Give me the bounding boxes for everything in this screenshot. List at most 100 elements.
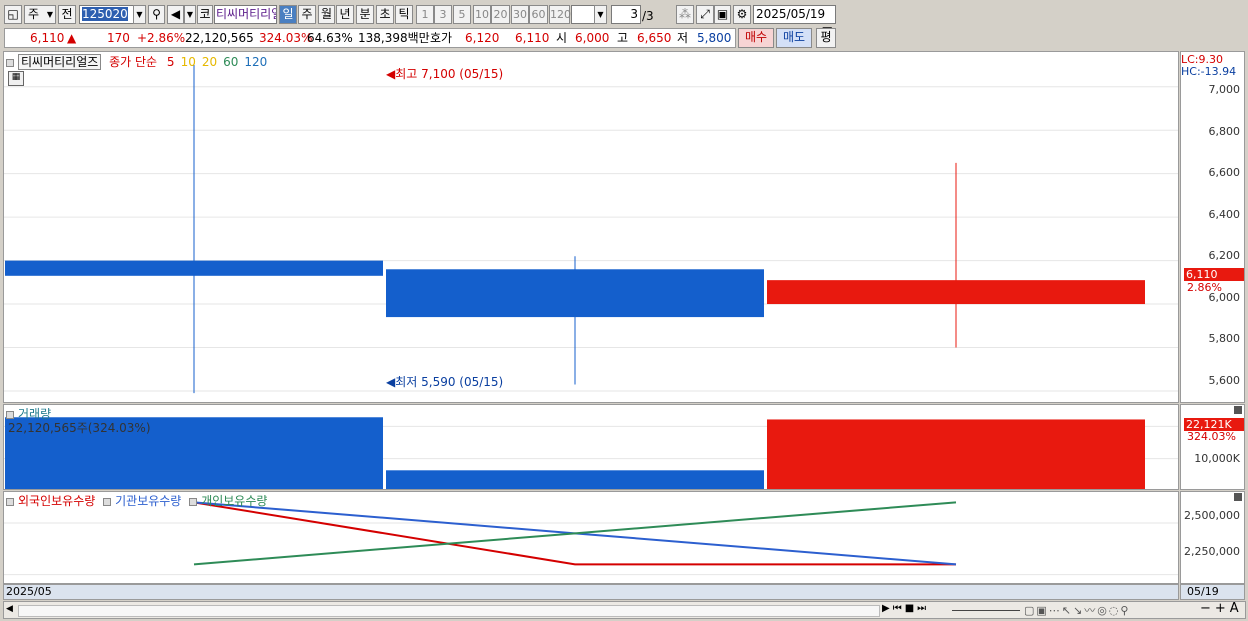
hoga-label: 호가 <box>430 31 453 45</box>
chevron-down-icon: ▼ <box>46 10 53 19</box>
speaker-dropdown-icon[interactable]: ▼ <box>184 5 196 24</box>
volume-chart <box>4 417 1178 489</box>
legend-stock-name: 티씨머티리얼즈 <box>18 54 102 70</box>
period-tab-0[interactable]: 일 <box>279 5 297 24</box>
panel-close-icon[interactable] <box>1234 493 1242 501</box>
minute-button-1[interactable]: 3 <box>434 5 452 24</box>
period-tab-6[interactable]: 틱 <box>395 5 413 24</box>
average-button[interactable]: 평 <box>816 28 836 48</box>
code-value: 125020 <box>82 7 128 21</box>
price-change: 170 <box>107 31 130 45</box>
low-note-text: 최저 5,590 (05/15) <box>395 375 504 389</box>
candle-body <box>386 269 764 318</box>
drawing-tools-icons[interactable]: ▢▣⋯↖↘〰◎◌⚲ <box>1024 602 1130 618</box>
date-input[interactable]: 2025/05/19▦ <box>753 5 836 38</box>
prev-button[interactable]: 전 <box>58 5 76 24</box>
search-icon[interactable]: ⚲ <box>148 5 165 24</box>
date-axis-start: 2025/05 <box>6 585 52 598</box>
volume-bar <box>386 470 764 489</box>
volume-bar <box>767 419 1145 489</box>
volume-value: 22,120,565주(324.03%) <box>8 421 151 435</box>
period-tab-1[interactable]: 주 <box>298 5 316 24</box>
volume-panel[interactable]: 거래량 22,120,565주(324.03%) <box>3 404 1179 490</box>
date-axis-right: 05/19 <box>1180 584 1245 600</box>
legend-indiv: 개인보유수량 <box>201 494 268 508</box>
code-input[interactable]: 125020 <box>79 5 137 24</box>
legend-toggle-icon[interactable] <box>6 497 14 506</box>
trade-amount: 138,398백만 <box>358 31 430 45</box>
main-toolbar: ◱ 주▼ 전 125020 ▼ ⚲ ◀ ▼ 코 티씨머티리얼즈 일주월년분초틱 … <box>0 2 1248 38</box>
open-price: 6,000 <box>575 31 610 45</box>
hc-value: HC:-13.94 <box>1181 65 1237 78</box>
arrow-left-icon: ◀ <box>386 67 396 81</box>
playback-icons[interactable]: ▶⏮■⏭ <box>882 603 929 614</box>
up-arrow-icon: ▲ <box>67 31 77 45</box>
price-tick: 6,600 <box>1208 166 1241 179</box>
buy-button[interactable]: 매수 <box>738 28 774 48</box>
low-note: ◀최저 5,590 (05/15) <box>386 373 503 390</box>
panel-close-icon[interactable] <box>1234 406 1242 414</box>
low-price: 5,800 <box>697 31 732 45</box>
scroll-left-icon[interactable]: ◀ <box>6 604 13 614</box>
price-tick: 6,200 <box>1208 249 1241 262</box>
holding-panel[interactable]: 외국인보유수량 기관보유수량 개인보유수량 <box>3 491 1179 584</box>
holding-axis[interactable]: 2,500,000 2,250,000 <box>1180 491 1245 584</box>
legend-toggle-icon[interactable] <box>6 58 14 67</box>
legend-toggle-icon[interactable] <box>103 497 112 506</box>
minute-button-7[interactable]: 120 <box>549 5 571 24</box>
legend-ma-2: 20 <box>201 55 218 69</box>
price-axis[interactable]: LC:9.30 HC:-13.94 7,000 6,800 6,600 6,400 6,… <box>1180 51 1245 403</box>
volume-axis[interactable]: 22,121K 324.03% 10,000K <box>1180 404 1245 490</box>
draw-tool-icon[interactable]: ⤢ <box>696 5 714 24</box>
market-label: 주 <box>28 7 40 21</box>
legend-inst: 기관보유수량 <box>115 494 182 508</box>
market-select[interactable]: 주 ▼ <box>24 5 56 24</box>
current-price-marker: 6,110 <box>1184 268 1244 281</box>
high-price: 6,650 <box>637 31 672 45</box>
ask-price: 6,120 <box>465 31 500 45</box>
sell-button[interactable]: 매도 <box>776 28 812 48</box>
minute-button-5[interactable]: 30 <box>511 5 529 24</box>
zoom-icons[interactable]: −+A <box>1200 601 1243 616</box>
window-menu-icon[interactable]: ◱ <box>4 5 22 24</box>
legend-ma-3: 60 <box>223 55 239 69</box>
holding-tick: 2,250,000 <box>1184 545 1240 558</box>
price-change-pct: +2.86% <box>137 31 186 45</box>
price-tick: 6,800 <box>1208 124 1241 138</box>
price-chart-panel[interactable]: 티씨머티리얼즈 종가 단순 5 10 20 60 120 ▦ ◀최고 7,100 (05… <box>3 51 1179 403</box>
legend-ma-title: 종가 단순 <box>109 55 158 69</box>
legend-toggle-icon[interactable] <box>189 497 198 506</box>
gear-icon[interactable]: ⚙ <box>733 5 751 24</box>
candle-body <box>5 260 383 276</box>
price-tick: 5,600 <box>1208 373 1241 387</box>
stock-name: 티씨머티리얼즈 <box>214 5 277 24</box>
legend-ma-4: 120 <box>244 55 268 69</box>
minute-button-6[interactable]: 60 <box>529 5 548 24</box>
market-code-button[interactable]: 코 <box>197 5 213 24</box>
holding-tick: 2,500,000 <box>1184 509 1240 522</box>
period-tab-2[interactable]: 월 <box>318 5 335 24</box>
code-dropdown-icon[interactable]: ▼ <box>133 5 146 24</box>
zoom-slider[interactable] <box>952 610 1020 611</box>
save-icon[interactable]: ▣ <box>714 5 731 24</box>
high-label: 고 <box>617 31 629 45</box>
quote-bar: 6,110 ▲ 170 +2.86% 22,120,565 324.03% 64… <box>0 27 1248 49</box>
candle-type-icon[interactable]: ⁂ <box>676 5 694 24</box>
current-price: 6,110 <box>30 31 65 45</box>
period-tab-5[interactable]: 초 <box>376 5 394 24</box>
legend-toggle-icon[interactable] <box>6 410 14 419</box>
arrow-left-icon: ◀ <box>386 375 396 389</box>
period-count-dropdown-icon[interactable]: ▼ <box>594 5 607 24</box>
minute-button-0[interactable]: 1 <box>416 5 434 24</box>
horizontal-scrollbar[interactable] <box>18 605 880 617</box>
grid-table-icon[interactable]: ▦ <box>8 71 24 86</box>
current-volume-pct: 324.03% <box>1187 430 1236 443</box>
period-tab-4[interactable]: 분 <box>356 5 374 24</box>
minute-button-4[interactable]: 20 <box>491 5 510 24</box>
speaker-icon[interactable]: ◀ <box>167 5 184 24</box>
page-input[interactable]: 3 <box>611 5 641 24</box>
price-tick: 5,800 <box>1208 332 1241 345</box>
minute-button-3[interactable]: 10 <box>473 5 491 24</box>
period-tab-3[interactable]: 년 <box>336 5 354 24</box>
minute-button-2[interactable]: 5 <box>453 5 471 24</box>
